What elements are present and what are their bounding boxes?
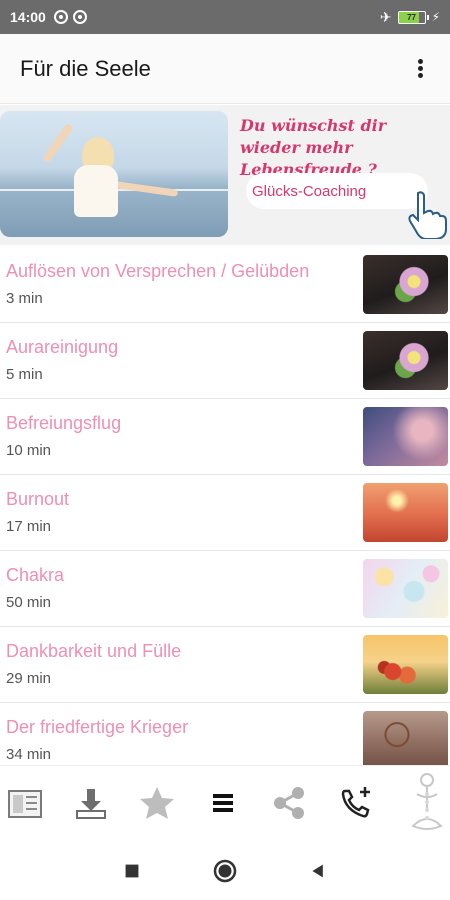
item-duration: 17 min (6, 518, 52, 535)
item-title: Der friedfertige Krieger (6, 717, 189, 737)
list-item[interactable]: Chakra 50 min (0, 551, 450, 627)
coaching-banner[interactable]: Du wünschst dir wieder mehr Lebensfreude… (0, 105, 450, 245)
banner-photo (0, 111, 228, 237)
share-icon[interactable] (266, 780, 312, 826)
airplane-icon: ✈ (379, 8, 392, 25)
pointing-hand-icon (408, 191, 447, 239)
banner-headline: Du wünschst dir wieder mehr Lebensfreude… (240, 116, 387, 179)
back-icon[interactable] (304, 857, 332, 885)
status-right: ✈ 77 ⚡ (380, 9, 440, 26)
item-title: Dankbarkeit und Fülle (6, 641, 182, 661)
gluecks-coaching-button[interactable]: Glücks-Coaching (246, 173, 428, 209)
item-title: Befreiungsflug (6, 413, 122, 433)
status-time: 14:00 (10, 9, 46, 25)
battery-level: 77 (407, 12, 417, 22)
item-duration: 3 min (6, 290, 43, 307)
star-icon[interactable] (134, 780, 180, 826)
item-thumbnail (363, 331, 448, 390)
meditation-list: Auflösen von Versprechen / Gelübden 3 mi… (0, 247, 450, 765)
item-duration: 34 min (6, 746, 52, 763)
system-nav-bar (0, 841, 450, 900)
meditation-icon[interactable] (404, 770, 450, 836)
notification-icon (53, 10, 68, 24)
status-bar: 14:00 ✈ 77 ⚡ (0, 0, 450, 34)
list-item[interactable]: Befreiungsflug 10 min (0, 399, 450, 475)
page-title: Für die Seele (20, 55, 151, 81)
item-title: Burnout (6, 489, 70, 509)
list-item[interactable]: Aurareinigung 5 min (0, 323, 450, 399)
item-thumbnail (363, 483, 448, 542)
bottom-toolbar (0, 765, 450, 841)
item-thumbnail (363, 711, 448, 765)
phone-add-icon[interactable] (334, 780, 380, 826)
list-item[interactable]: Burnout 17 min (0, 475, 450, 551)
list-item[interactable]: Auflösen von Versprechen / Gelübden 3 mi… (0, 247, 450, 323)
item-duration: 10 min (6, 442, 52, 459)
menu-icon[interactable] (200, 780, 246, 826)
woman-figure (42, 122, 179, 229)
item-title: Chakra (6, 565, 65, 585)
download-icon[interactable] (68, 780, 114, 826)
recents-icon[interactable] (118, 857, 146, 885)
item-duration: 50 min (6, 594, 52, 611)
catalog-icon[interactable] (2, 780, 48, 826)
item-thumbnail (363, 559, 448, 618)
item-duration: 5 min (6, 366, 43, 383)
home-icon[interactable] (211, 857, 239, 885)
list-item[interactable]: Dankbarkeit und Fülle 29 min (0, 627, 450, 703)
item-thumbnail (363, 407, 448, 466)
battery-icon: 77 (397, 10, 429, 24)
item-thumbnail (363, 635, 448, 694)
notification-icon (72, 10, 87, 24)
item-duration: 29 min (6, 670, 52, 687)
app-bar: Für die Seele (0, 34, 450, 104)
item-title: Auflösen von Versprechen / Gelübden (6, 261, 310, 281)
more-vert-icon[interactable] (410, 55, 430, 83)
item-title: Aurareinigung (6, 337, 119, 357)
item-thumbnail (363, 255, 448, 314)
list-item[interactable]: Der friedfertige Krieger 34 min (0, 703, 450, 765)
charging-icon: ⚡ (431, 10, 440, 24)
